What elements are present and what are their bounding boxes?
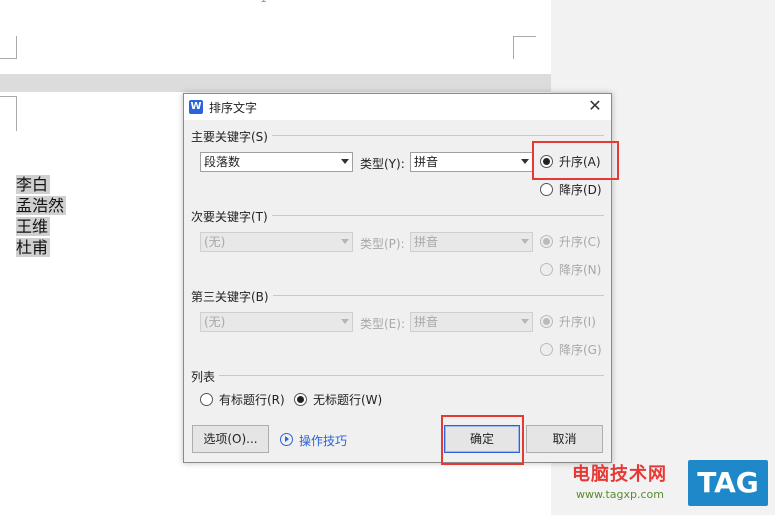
- document-line[interactable]: 王维: [16, 216, 66, 237]
- no-header-row-radio[interactable]: 无标题行(W): [294, 392, 382, 408]
- page-corner-mark: [0, 96, 17, 131]
- chevron-down-icon: [521, 319, 529, 324]
- radio-unchecked-icon: [200, 393, 213, 406]
- page-corner-mark: [513, 36, 536, 59]
- dialog-title: 排序文字: [209, 101, 258, 115]
- list-label: 列表: [191, 368, 220, 385]
- document-line[interactable]: 李白: [16, 174, 66, 195]
- secondary-descending-radio[interactable]: 降序(N): [540, 262, 601, 278]
- tertiary-type-label: 类型(E):: [360, 317, 405, 331]
- radio-unchecked-icon: [540, 343, 553, 356]
- tertiary-descending-radio[interactable]: 降序(G): [540, 342, 602, 358]
- primary-type-label: 类型(Y):: [360, 157, 405, 171]
- chevron-down-icon: [341, 239, 349, 244]
- tertiary-ascending-radio[interactable]: 升序(I): [540, 314, 596, 330]
- chevron-down-icon: [341, 159, 349, 164]
- secondary-type-label: 类型(P):: [360, 237, 405, 251]
- radio-unchecked-icon: [540, 183, 553, 196]
- primary-type-select[interactable]: 拼音: [410, 152, 533, 172]
- page-gap: [0, 74, 551, 92]
- radio-checked-icon: [294, 393, 307, 406]
- document-page-top: 1: [0, 0, 551, 74]
- play-circle-icon: [280, 433, 293, 446]
- primary-key-select[interactable]: 段落数: [200, 152, 353, 172]
- secondary-type-select[interactable]: 拼音: [410, 232, 533, 252]
- has-header-row-radio[interactable]: 有标题行(R): [200, 392, 285, 408]
- highlight-box-ok: [441, 415, 524, 465]
- watermark-tag-logo: TAG: [688, 460, 768, 506]
- dialog-title-bar[interactable]: W 排序文字 ✕: [184, 94, 611, 120]
- radio-unchecked-icon: [540, 263, 553, 276]
- secondary-key-select[interactable]: (无): [200, 232, 353, 252]
- tertiary-type-select[interactable]: 拼音: [410, 312, 533, 332]
- page-corner-mark: [0, 36, 17, 59]
- chevron-down-icon: [341, 319, 349, 324]
- group-divider: [191, 375, 604, 376]
- secondary-ascending-radio[interactable]: 升序(C): [540, 234, 601, 250]
- radio-checked-icon: [540, 315, 553, 328]
- wps-writer-icon: W: [189, 100, 203, 114]
- secondary-key-label: 次要关键字(T): [191, 208, 272, 225]
- tips-link[interactable]: 操作技巧: [280, 432, 347, 449]
- primary-key-label: 主要关键字(S): [191, 128, 272, 145]
- close-icon[interactable]: ✕: [585, 96, 605, 116]
- options-button[interactable]: 选项(O)...: [192, 425, 269, 453]
- tertiary-key-label: 第三关键字(B): [191, 288, 273, 305]
- document-text[interactable]: 李白 孟浩然 王维 杜甫: [16, 174, 67, 258]
- document-line[interactable]: 孟浩然: [16, 195, 67, 216]
- highlight-box-ascending: [532, 141, 619, 180]
- tertiary-key-select[interactable]: (无): [200, 312, 353, 332]
- chevron-down-icon: [521, 159, 529, 164]
- chevron-down-icon: [521, 239, 529, 244]
- radio-checked-icon: [540, 235, 553, 248]
- cancel-button[interactable]: 取消: [526, 425, 603, 453]
- primary-descending-radio[interactable]: 降序(D): [540, 182, 602, 198]
- page-number: 1: [260, 0, 267, 5]
- watermark-title: 电脑技术网: [572, 464, 667, 485]
- document-line[interactable]: 杜甫: [16, 237, 66, 258]
- watermark: 电脑技术网 www.tagxp.com TAG: [570, 458, 770, 513]
- watermark-url: www.tagxp.com: [576, 488, 664, 501]
